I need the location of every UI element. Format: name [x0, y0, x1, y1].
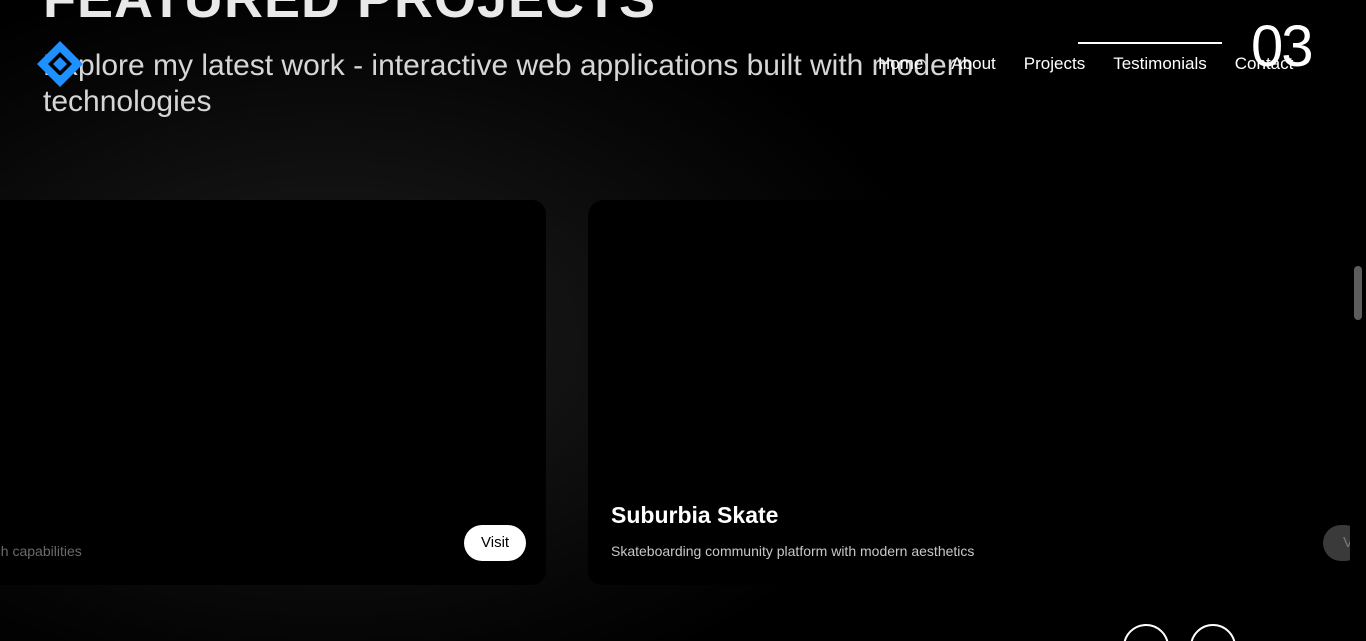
project-card: ech capabilities Visit	[0, 200, 546, 585]
scrollbar-thumb[interactable]	[1354, 266, 1362, 320]
project-description: Skateboarding community platform with mo…	[611, 543, 975, 559]
slide-counter: 03	[1251, 14, 1313, 79]
nav-testimonials[interactable]: Testimonials	[1113, 54, 1207, 74]
nav-about[interactable]: About	[951, 54, 995, 74]
project-title: Suburbia Skate	[611, 502, 779, 528]
section-title: FEATURED PROJECTS	[43, 0, 656, 26]
main-nav: Home About Projects Testimonials Contact	[878, 54, 1293, 74]
section-subtitle: Explore my latest work - interactive web…	[43, 49, 974, 118]
portfolio-page: FEATURED PROJECTS Explore my latest work…	[0, 0, 1366, 641]
arrow-right-icon[interactable]	[1190, 624, 1236, 641]
diamond-logo-icon[interactable]	[36, 40, 84, 88]
arrow-left-icon[interactable]	[1123, 624, 1169, 641]
visit-button[interactable]: Visit	[464, 525, 527, 561]
project-card: Suburbia Skate Skateboarding community p…	[588, 200, 1366, 585]
nav-projects[interactable]: Projects	[1024, 54, 1085, 74]
project-description: ech capabilities	[0, 543, 82, 559]
page-scrollbar[interactable]	[1350, 0, 1366, 641]
nav-home[interactable]: Home	[878, 54, 923, 74]
slide-progress-line	[1078, 42, 1222, 44]
